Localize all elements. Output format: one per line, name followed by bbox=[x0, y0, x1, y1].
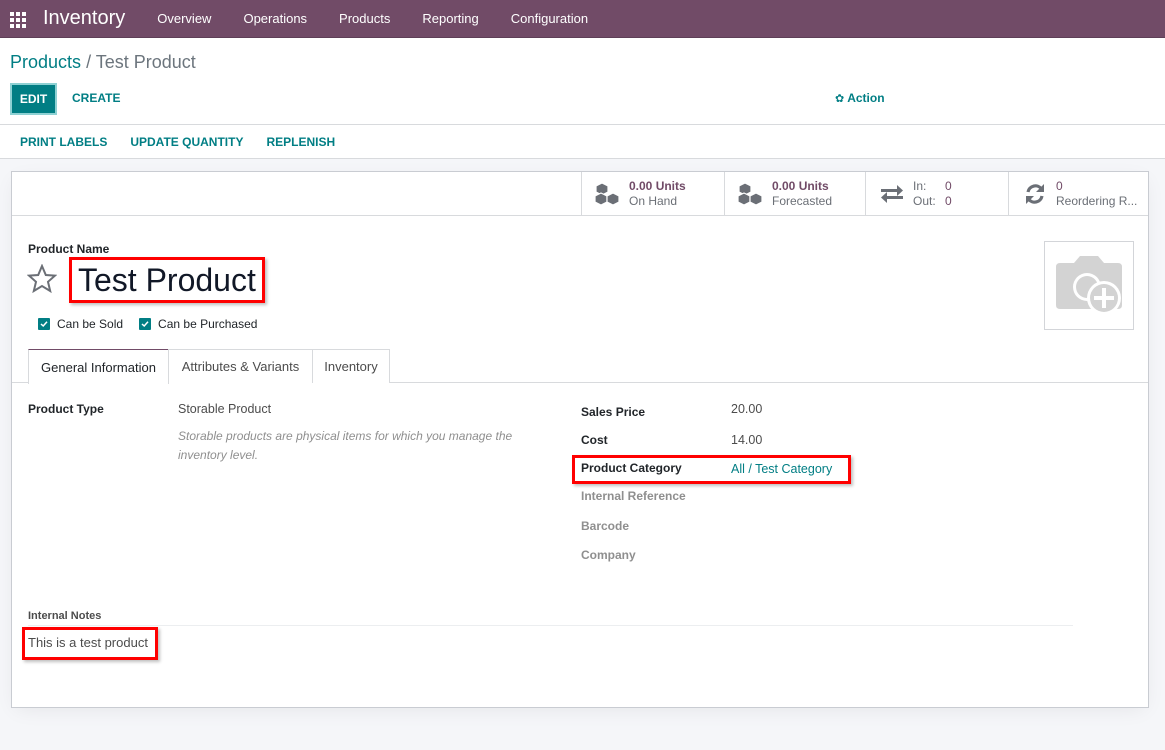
breadcrumb: Products / Test Product bbox=[10, 52, 196, 73]
barcode-label: Barcode bbox=[581, 519, 630, 533]
product-type-help: Storable products are physical items for… bbox=[178, 429, 513, 462]
nav-reporting[interactable]: Reporting bbox=[406, 0, 494, 38]
cubes-icon bbox=[737, 181, 765, 206]
out-label: Out: bbox=[913, 193, 936, 208]
star-icon[interactable] bbox=[26, 263, 58, 294]
internal-notes-text[interactable]: This is a test product bbox=[28, 635, 148, 650]
product-category-link[interactable]: All / Test Category bbox=[731, 462, 832, 476]
tab-attributes-variants[interactable]: Attributes & Variants bbox=[168, 349, 313, 383]
on-hand-value: 0.00 Units bbox=[629, 178, 686, 193]
in-label: In: bbox=[913, 178, 927, 193]
apps-menu-icon[interactable] bbox=[10, 11, 28, 28]
company-label: Company bbox=[581, 548, 636, 562]
internal-notes-label: Internal Notes bbox=[28, 610, 102, 622]
edit-button[interactable]: EDIT bbox=[10, 83, 57, 115]
product-category-label: Product Category bbox=[581, 461, 682, 475]
action-label: Action bbox=[847, 91, 885, 105]
refresh-icon bbox=[1021, 182, 1049, 206]
product-type-value[interactable]: Storable Product bbox=[178, 402, 271, 416]
nav-overview[interactable]: Overview bbox=[141, 0, 227, 38]
internal-reference-label: Internal Reference bbox=[581, 489, 686, 503]
exchange-arrows-icon bbox=[878, 182, 906, 206]
form-sheet: 0.00 Units On Hand 0.00 Units Forecasted bbox=[11, 171, 1149, 708]
reordering-rules-button[interactable]: 0 Reordering R... bbox=[1008, 172, 1148, 215]
product-image-upload[interactable] bbox=[1044, 241, 1134, 330]
nav-operations[interactable]: Operations bbox=[227, 0, 323, 38]
cost-label: Cost bbox=[581, 433, 608, 447]
smart-button-box: 0.00 Units On Hand 0.00 Units Forecasted bbox=[12, 172, 1148, 216]
create-button[interactable]: CREATE bbox=[72, 91, 120, 105]
forecasted-button[interactable]: 0.00 Units Forecasted bbox=[724, 172, 865, 215]
notebook-tabs: General Information Attributes & Variant… bbox=[12, 349, 1148, 384]
notes-divider bbox=[28, 625, 1073, 626]
can-be-sold-checkbox[interactable] bbox=[38, 318, 50, 330]
breadcrumb-products[interactable]: Products bbox=[10, 52, 81, 72]
can-be-purchased-label: Can be Purchased bbox=[158, 317, 258, 331]
breadcrumb-current: Test Product bbox=[95, 52, 196, 72]
print-labels-button[interactable]: PRINT LABELS bbox=[10, 135, 117, 149]
statusbar: PRINT LABELS UPDATE QUANTITY REPLENISH bbox=[0, 125, 1165, 159]
product-name-label: Product Name bbox=[28, 242, 110, 256]
nav-configuration[interactable]: Configuration bbox=[495, 0, 604, 38]
control-panel: Products / Test Product EDIT CREATE ✿ Ac… bbox=[0, 38, 1165, 159]
breadcrumb-separator: / bbox=[86, 52, 92, 72]
action-menu-button[interactable]: ✿ Action bbox=[835, 91, 885, 105]
forecasted-label: Forecasted bbox=[772, 193, 833, 208]
cost-value[interactable]: 14.00 bbox=[731, 433, 762, 447]
gear-icon: ✿ bbox=[835, 92, 845, 105]
app-name[interactable]: Inventory bbox=[43, 7, 125, 30]
sales-price-label: Sales Price bbox=[581, 405, 646, 419]
on-hand-button[interactable]: 0.00 Units On Hand bbox=[581, 172, 724, 215]
tab-general-information[interactable]: General Information bbox=[28, 349, 169, 384]
in-out-button[interactable]: In: 0 Out: 0 bbox=[865, 172, 1008, 215]
camera-plus-icon bbox=[1056, 255, 1122, 315]
forecasted-value: 0.00 Units bbox=[772, 178, 829, 193]
nav-products[interactable]: Products bbox=[323, 0, 406, 38]
can-be-sold-label: Can be Sold bbox=[57, 317, 124, 331]
checkbox-row: Can be Sold Can be Purchased bbox=[38, 317, 273, 331]
update-quantity-button[interactable]: UPDATE QUANTITY bbox=[120, 135, 253, 149]
product-type-label: Product Type bbox=[28, 402, 104, 416]
reordering-value: 0 bbox=[1056, 178, 1063, 193]
on-hand-label: On Hand bbox=[629, 193, 678, 208]
tab-inventory[interactable]: Inventory bbox=[312, 349, 390, 383]
in-value: 0 bbox=[945, 178, 952, 193]
can-be-purchased-checkbox[interactable] bbox=[139, 318, 152, 330]
product-name: Test Product bbox=[69, 257, 265, 303]
cubes-icon bbox=[594, 181, 622, 206]
sales-price-value[interactable]: 20.00 bbox=[731, 402, 762, 416]
reordering-label: Reordering R... bbox=[1056, 193, 1138, 208]
replenish-button[interactable]: REPLENISH bbox=[256, 135, 345, 149]
top-navbar: Inventory Overview Operations Products R… bbox=[0, 0, 1165, 38]
out-value: 0 bbox=[945, 193, 952, 208]
